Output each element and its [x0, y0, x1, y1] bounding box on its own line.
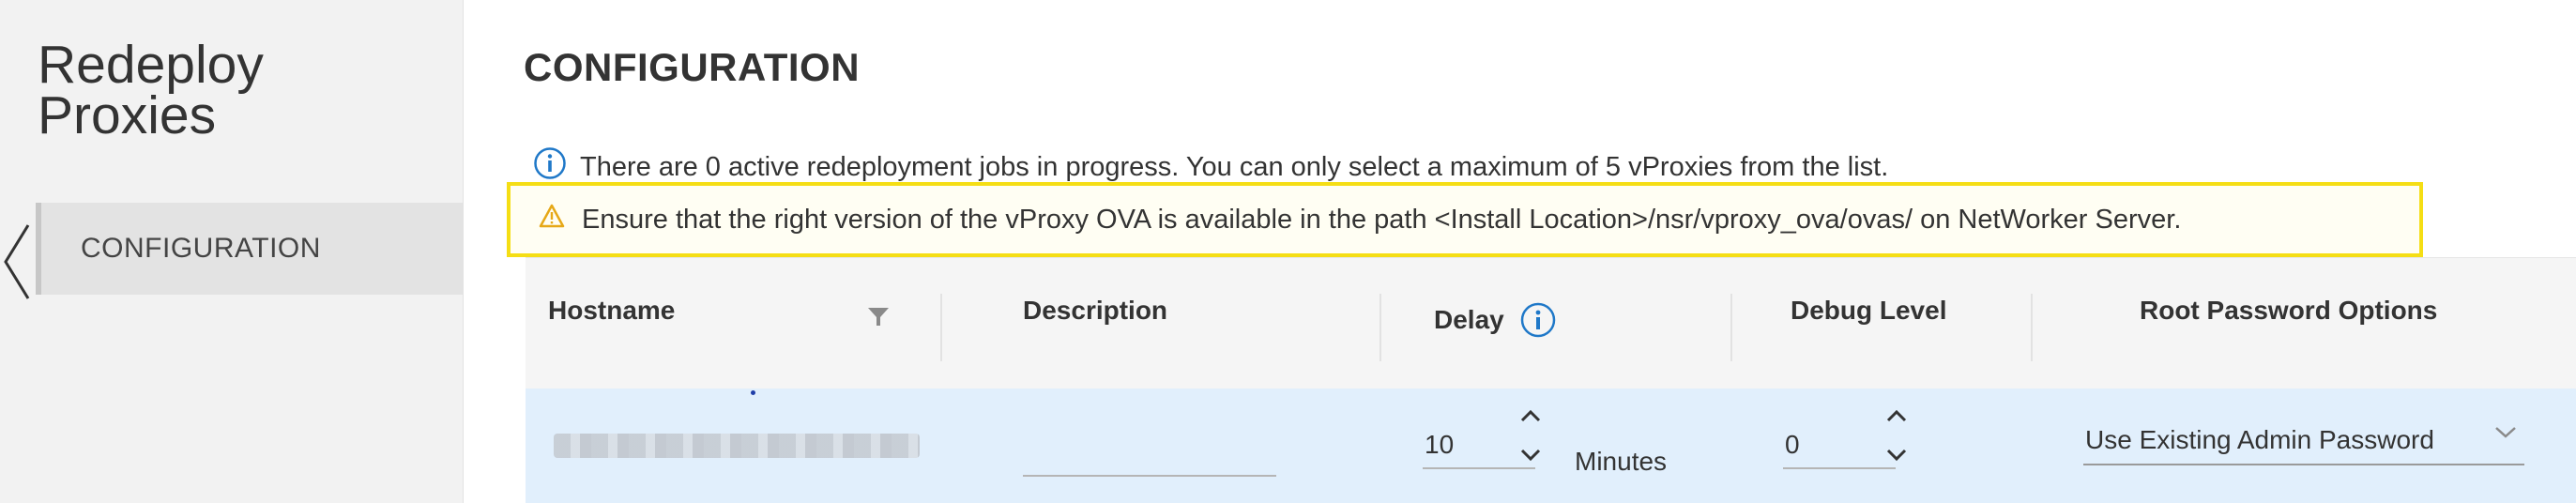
column-header-description[interactable]: Description: [1023, 296, 1167, 326]
sidebar-item-label: CONFIGURATION: [81, 233, 321, 264]
warning-triangle-icon: [539, 204, 565, 236]
hostname-value-redacted: [554, 434, 920, 458]
chevron-down-icon[interactable]: [2494, 416, 2517, 446]
column-divider[interactable]: [1730, 294, 1732, 361]
selection-marker: [751, 390, 755, 395]
warning-message: Ensure that the right version of the vPr…: [582, 204, 2182, 235]
table-row[interactable]: Minutes Use Existing Admin Password: [526, 389, 2576, 503]
main-content: CONFIGURATION There are 0 active redeplo…: [464, 0, 2576, 503]
page-title: CONFIGURATION: [524, 45, 861, 89]
info-message: There are 0 active redeployment jobs in …: [580, 151, 1889, 182]
root-password-select[interactable]: Use Existing Admin Password: [2083, 417, 2524, 465]
column-header-hostname[interactable]: Hostname: [548, 296, 675, 326]
debug-level-input[interactable]: [1783, 422, 1896, 469]
chevron-up-down-icon[interactable]: [1884, 409, 1909, 462]
chevron-up-down-icon[interactable]: [1518, 409, 1543, 462]
chevron-left-icon[interactable]: [0, 221, 34, 302]
description-input[interactable]: [1023, 435, 1276, 477]
delay-unit-label: Minutes: [1575, 447, 1668, 476]
filter-icon[interactable]: [867, 307, 890, 332]
root-password-selected-value: Use Existing Admin Password: [2085, 425, 2434, 454]
sidebar-item-configuration[interactable]: CONFIGURATION: [36, 203, 464, 295]
sidebar-title: Redeploy Proxies: [38, 35, 264, 145]
table-header: Hostname Description Delay Debug Level R…: [526, 257, 2576, 389]
info-circle-icon[interactable]: [1519, 301, 1557, 339]
column-divider[interactable]: [2031, 294, 2033, 361]
column-header-debug-level[interactable]: Debug Level: [1791, 296, 1946, 326]
column-header-root-password-options[interactable]: Root Password Options: [2140, 296, 2437, 326]
column-divider[interactable]: [1379, 294, 1381, 361]
warning-banner: Ensure that the right version of the vPr…: [507, 182, 2423, 257]
proxies-table: Hostname Description Delay Debug Level R…: [526, 257, 2576, 503]
column-header-delay[interactable]: Delay: [1434, 301, 1557, 339]
column-divider[interactable]: [940, 294, 942, 361]
sidebar: Redeploy Proxies CONFIGURATION: [0, 0, 464, 503]
